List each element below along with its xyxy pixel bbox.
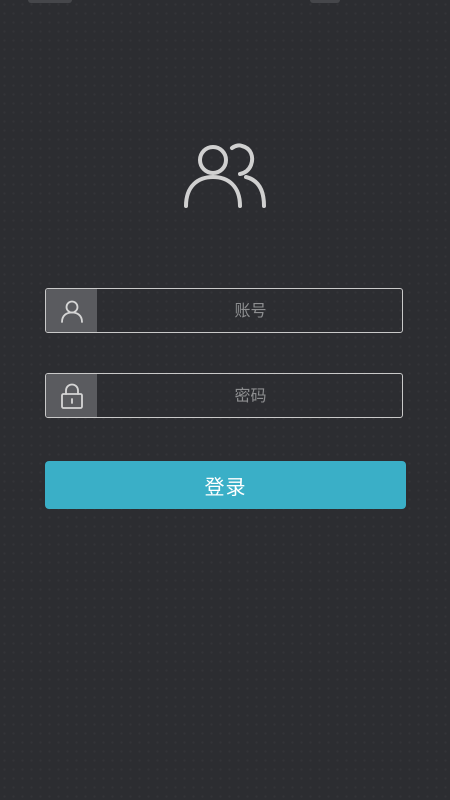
login-button[interactable]: 登录 [45,461,406,509]
password-input[interactable] [97,374,402,417]
status-bar [0,0,450,6]
account-field [45,288,403,333]
user-icon [46,289,97,332]
users-icon [180,140,270,212]
password-field [45,373,403,418]
account-input[interactable] [97,289,402,332]
status-bar-right [310,0,340,3]
status-bar-left [28,0,72,3]
lock-icon [46,374,97,417]
